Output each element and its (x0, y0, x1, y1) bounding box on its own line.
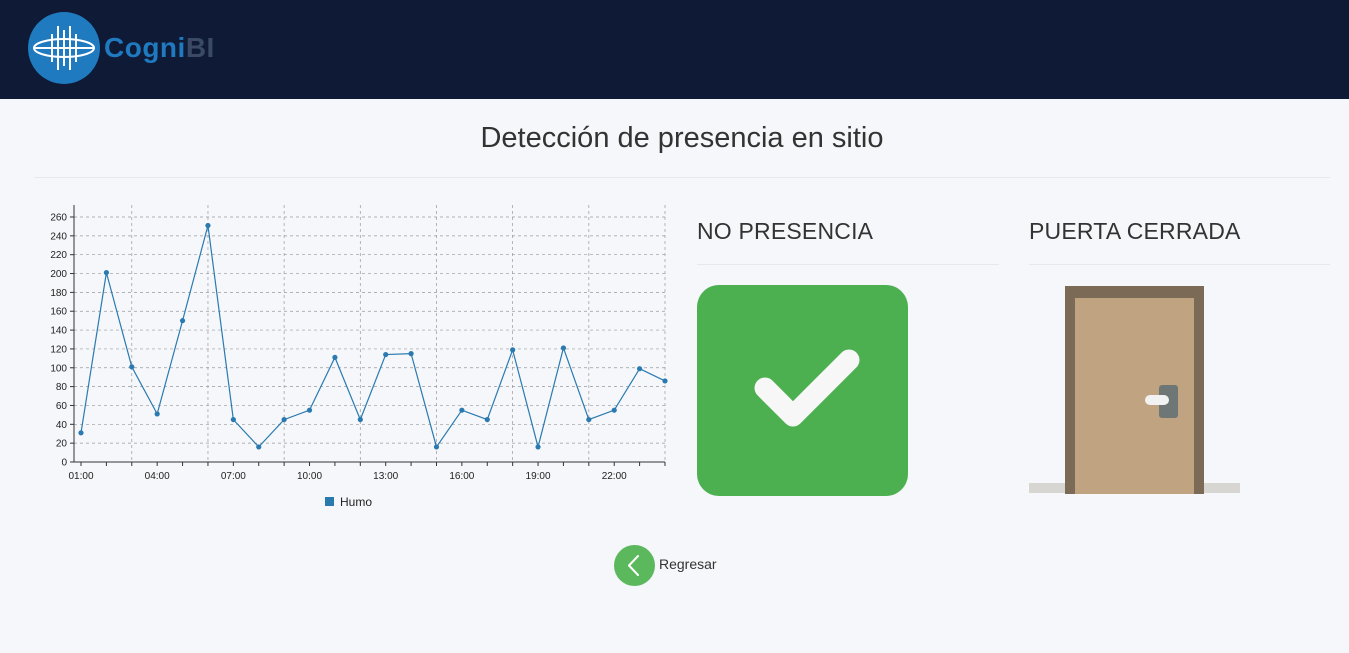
back-button[interactable] (614, 545, 655, 586)
legend-swatch (325, 497, 334, 506)
data-point (256, 444, 262, 450)
data-point (103, 269, 109, 276)
data-point (306, 407, 313, 413)
data-point (154, 411, 160, 417)
divider (697, 264, 999, 265)
page-title: Detección de presencia en sitio (480, 122, 884, 154)
top-navbar: CogniBI (0, 0, 1349, 99)
door-status-label: PUERTA CERRADA (1029, 218, 1241, 244)
data-point (433, 444, 440, 450)
y-tick-label: 120 (50, 344, 67, 355)
brand-logo[interactable]: CogniBI (28, 12, 228, 86)
y-tick-label: 260 (50, 213, 67, 224)
data-point (560, 345, 567, 351)
series-line (80, 225, 666, 450)
data-point (179, 318, 186, 324)
data-point (78, 430, 84, 436)
y-tick-label: 220 (50, 250, 67, 261)
data-point (637, 366, 643, 372)
legend-label: Humo (340, 495, 372, 509)
data-point (230, 416, 236, 423)
data-point (484, 416, 490, 423)
x-tick-label: 04:00 (145, 471, 170, 482)
y-tick-label: 40 (56, 420, 68, 431)
data-point (383, 351, 389, 358)
x-tick-label: 16:00 (449, 471, 474, 482)
data-point (408, 351, 414, 357)
data-point (535, 444, 541, 450)
data-point (611, 407, 617, 413)
divider (34, 177, 1330, 178)
y-tick-label: 60 (56, 401, 68, 412)
y-tick-label: 0 (61, 458, 67, 469)
data-point (129, 364, 135, 370)
x-tick-label: 07:00 (221, 471, 246, 482)
x-tick-label: 19:00 (526, 471, 551, 482)
closed-door-icon (1028, 280, 1242, 496)
y-tick-label: 160 (50, 307, 67, 318)
data-point (281, 416, 287, 423)
y-tick-label: 240 (50, 231, 67, 242)
brand-name: CogniBI (104, 32, 215, 63)
y-tick-label: 80 (56, 382, 68, 393)
chevron-left-icon (628, 555, 639, 576)
data-point (357, 416, 363, 423)
y-tick-label: 140 (50, 326, 67, 337)
data-point (205, 222, 211, 229)
data-point (510, 347, 516, 353)
data-point (662, 378, 668, 384)
waveform-logo-icon (28, 12, 100, 84)
y-tick-label: 100 (50, 363, 67, 374)
data-point (459, 407, 465, 413)
smoke-line-chart: 0 20 40 60 80 100 120 140 160 180 200 220 240 260 01:0… (40, 195, 680, 525)
presence-status-label: NO PRESENCIA (697, 218, 874, 244)
x-tick-label: 22:00 (602, 471, 627, 482)
checkmark-icon (697, 285, 908, 496)
data-point (332, 354, 338, 361)
x-tick-label: 10:00 (297, 471, 322, 482)
x-tick-label: 13:00 (373, 471, 398, 482)
y-tick-label: 200 (50, 269, 67, 280)
x-tick-label: 01:00 (68, 471, 93, 482)
divider (1029, 264, 1330, 265)
y-tick-label: 20 (56, 439, 68, 450)
y-tick-label: 180 (50, 288, 67, 299)
data-point (586, 416, 592, 423)
back-button-label[interactable]: Regresar (659, 556, 717, 572)
